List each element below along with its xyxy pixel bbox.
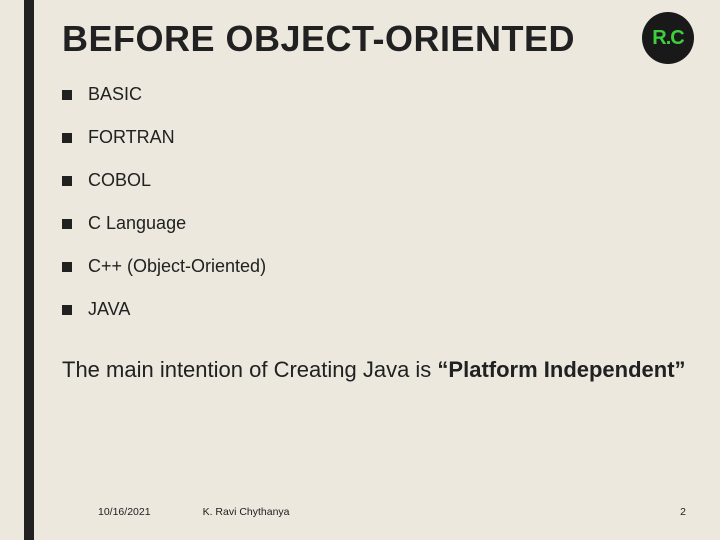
square-bullet-icon [62,262,72,272]
list-item: FORTRAN [62,127,690,148]
list-item: COBOL [62,170,690,191]
list-item-label: COBOL [88,170,151,191]
list-item-label: C Language [88,213,186,234]
footer-date: 10/16/2021 [98,506,151,518]
square-bullet-icon [62,305,72,315]
bullet-list: BASIC FORTRAN COBOL C Language C++ (Obje… [62,84,690,320]
list-item-label: BASIC [88,84,142,105]
body-paragraph: The main intention of Creating Java is “… [62,356,690,384]
body-bold: “Platform Independent” [437,357,685,382]
list-item: BASIC [62,84,690,105]
list-item-label: FORTRAN [88,127,175,148]
list-item-label: C++ (Object-Oriented) [88,256,266,277]
accent-bar [24,0,34,540]
slide-title: BEFORE OBJECT-ORIENTED [62,18,690,60]
list-item: JAVA [62,299,690,320]
footer-author: K. Ravi Chythanya [203,506,290,518]
slide-content: BEFORE OBJECT-ORIENTED BASIC FORTRAN COB… [62,18,690,522]
list-item: C++ (Object-Oriented) [62,256,690,277]
footer: 10/16/2021 K. Ravi Chythanya 2 [62,506,690,518]
footer-page-number: 2 [680,506,686,518]
square-bullet-icon [62,176,72,186]
square-bullet-icon [62,90,72,100]
square-bullet-icon [62,133,72,143]
square-bullet-icon [62,219,72,229]
body-prefix: The main intention of Creating Java is [62,357,437,382]
list-item: C Language [62,213,690,234]
list-item-label: JAVA [88,299,130,320]
